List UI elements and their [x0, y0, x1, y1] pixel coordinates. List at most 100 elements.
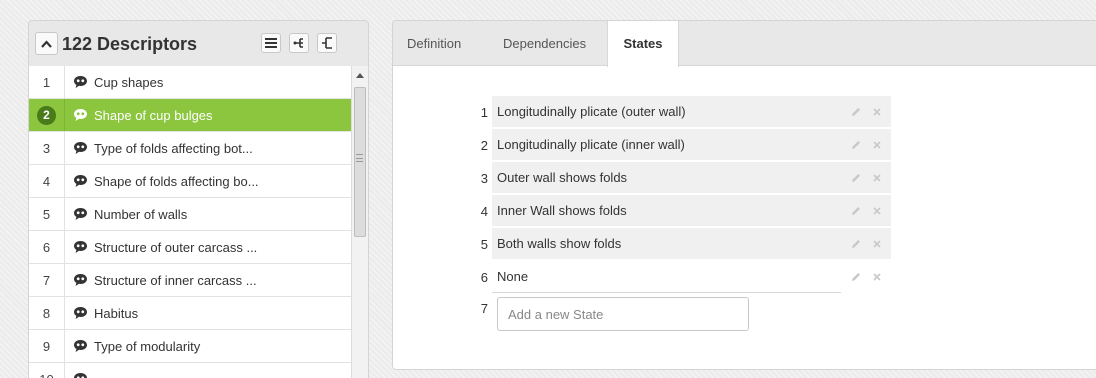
pencil-icon[interactable] [850, 271, 862, 283]
tab-dependencies[interactable]: Dependencies [503, 21, 586, 66]
pencil-icon[interactable] [850, 106, 862, 118]
descriptor-number: 3 [29, 132, 65, 164]
state-row[interactable]: 1 Longitudinally plicate (outer wall) [466, 96, 891, 129]
new-state-input[interactable] [497, 297, 749, 331]
state-label[interactable]: None [492, 261, 841, 293]
tree-icon [293, 38, 303, 48]
descriptors-header: 122 Descriptors [29, 21, 368, 66]
pencil-icon[interactable] [850, 238, 862, 250]
tree-view-button[interactable] [289, 33, 309, 53]
descriptor-number: 5 [29, 198, 65, 230]
state-row[interactable]: 5 Both walls show folds [466, 228, 891, 261]
descriptor-row[interactable]: 6 Structure of outer carcass ... [29, 231, 368, 264]
comment-icon [74, 142, 87, 154]
state-number: 4 [480, 204, 488, 219]
pencil-icon[interactable] [850, 172, 862, 184]
descriptor-number: 8 [29, 297, 65, 329]
descriptor-label-wrap [65, 372, 94, 378]
descriptor-label-wrap: Type of modularity [65, 339, 200, 354]
states-list: 1 Longitudinally plicate (outer wall) 2 … [466, 96, 891, 337]
descriptor-number: 2 [29, 99, 65, 131]
descriptor-label-wrap: Habitus [65, 306, 138, 321]
close-icon[interactable] [872, 107, 882, 117]
close-icon[interactable] [872, 173, 882, 183]
scroll-up-arrow-icon[interactable] [356, 73, 364, 78]
new-state-row: 7 [466, 297, 891, 337]
state-actions [841, 162, 891, 194]
descriptor-label-wrap: Shape of folds affecting bo... [65, 174, 259, 189]
state-row[interactable]: 2 Longitudinally plicate (inner wall) [466, 129, 891, 162]
hierarchy-icon [322, 37, 332, 49]
state-row[interactable]: 4 Inner Wall shows folds [466, 195, 891, 228]
descriptor-label-wrap: Structure of outer carcass ... [65, 240, 257, 255]
descriptors-panel: 122 Descriptors 1 Cup shapes 2 Shape of c [28, 20, 369, 378]
descriptor-label-wrap: Type of folds affecting bot... [65, 141, 253, 156]
state-label[interactable]: Inner Wall shows folds [492, 195, 841, 227]
descriptor-row[interactable]: 1 Cup shapes [29, 66, 368, 99]
state-number: 3 [480, 171, 488, 186]
tab-bar: Definition Dependencies States [393, 21, 1096, 67]
state-actions [841, 96, 891, 128]
comment-icon [74, 241, 87, 253]
tab-states[interactable]: States [607, 21, 679, 67]
scroll-grip-icon [356, 154, 363, 162]
state-number: 1 [480, 105, 488, 120]
tab-definition[interactable]: Definition [407, 21, 461, 66]
collapse-button[interactable] [35, 32, 58, 55]
comment-icon [74, 208, 87, 220]
comment-icon [74, 274, 87, 286]
comment-icon [74, 307, 87, 319]
descriptor-label: Shape of cup bulges [94, 107, 213, 123]
descriptor-scrollbar[interactable] [351, 66, 368, 378]
comment-icon [74, 373, 87, 378]
list-icon [265, 38, 277, 48]
descriptor-label: Number of walls [94, 206, 188, 222]
close-icon[interactable] [872, 206, 882, 216]
comment-icon [74, 175, 87, 187]
descriptor-row[interactable]: 8 Habitus [29, 297, 368, 330]
state-actions [841, 228, 891, 260]
new-state-number: 7 [480, 301, 488, 316]
state-label[interactable]: Outer wall shows folds [492, 162, 841, 194]
descriptor-row[interactable]: 9 Type of modularity [29, 330, 368, 363]
descriptor-label: Cup shapes [94, 74, 164, 90]
descriptor-label: Shape of folds affecting bo... [94, 173, 259, 189]
descriptor-row[interactable]: 7 Structure of inner carcass ... [29, 264, 368, 297]
state-label[interactable]: Longitudinally plicate (inner wall) [492, 129, 841, 161]
pencil-icon[interactable] [850, 139, 862, 151]
descriptor-label-wrap: Structure of inner carcass ... [65, 273, 257, 288]
descriptor-row[interactable]: 3 Type of folds affecting bot... [29, 132, 368, 165]
descriptor-number: 7 [29, 264, 65, 296]
state-row[interactable]: 3 Outer wall shows folds [466, 162, 891, 195]
chevron-up-icon [41, 39, 52, 48]
descriptor-number: 1 [29, 66, 65, 98]
pencil-icon[interactable] [850, 205, 862, 217]
close-icon[interactable] [872, 239, 882, 249]
descriptor-number: 9 [29, 330, 65, 362]
state-actions [841, 261, 891, 293]
descriptor-label-wrap: Number of walls [65, 207, 187, 222]
comment-icon [74, 109, 87, 121]
state-number: 2 [480, 138, 488, 153]
descriptor-label-wrap: Shape of cup bulges [65, 108, 213, 123]
descriptor-row[interactable]: 5 Number of walls [29, 198, 368, 231]
state-number: 5 [480, 237, 488, 252]
state-label[interactable]: Both walls show folds [492, 228, 841, 260]
descriptor-detail-panel: Definition Dependencies States 1 Longitu… [392, 20, 1096, 370]
descriptor-row[interactable]: 4 Shape of folds affecting bo... [29, 165, 368, 198]
state-row[interactable]: 6 None [466, 261, 891, 294]
descriptor-number-badge: 2 [37, 105, 56, 125]
state-actions [841, 195, 891, 227]
descriptor-row[interactable]: 10 [29, 363, 368, 378]
descriptor-number: 6 [29, 231, 65, 263]
close-icon[interactable] [872, 140, 882, 150]
hierarchy-view-button[interactable] [317, 33, 337, 53]
list-view-button[interactable] [261, 33, 281, 53]
state-label[interactable]: Longitudinally plicate (outer wall) [492, 96, 841, 128]
close-icon[interactable] [872, 272, 882, 282]
descriptor-number: 10 [29, 363, 65, 378]
descriptors-title: 122 Descriptors [62, 34, 198, 54]
scroll-thumb[interactable] [354, 87, 366, 237]
descriptor-row[interactable]: 2 Shape of cup bulges [29, 99, 368, 132]
comment-icon [74, 340, 87, 352]
